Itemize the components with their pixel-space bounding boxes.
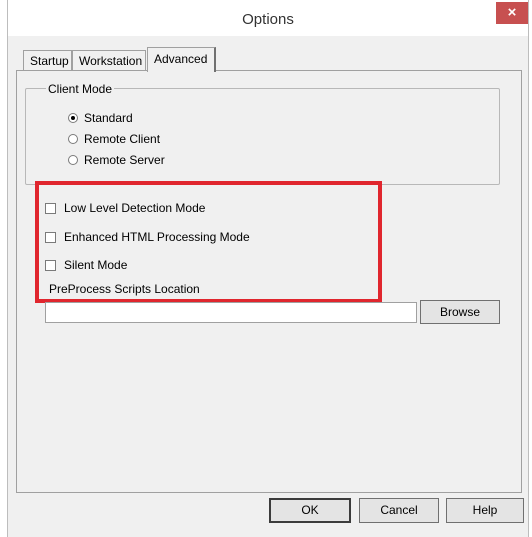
radio-button[interactable] (68, 155, 78, 165)
radio-label: Standard (84, 111, 133, 125)
tab-workstation[interactable]: Workstation (72, 50, 146, 70)
radio-label: Remote Server (84, 153, 165, 167)
radio-remote-server[interactable]: Remote Server (68, 153, 165, 167)
highlight-annotation-box (35, 181, 382, 303)
radio-standard[interactable]: Standard (68, 111, 133, 125)
tab-startup[interactable]: Startup (23, 50, 72, 70)
radio-button-selected[interactable] (68, 113, 78, 123)
close-button[interactable]: × (496, 2, 528, 24)
preprocess-path-input[interactable] (45, 302, 417, 323)
client-mode-legend: Client Mode (46, 82, 115, 96)
window-title: Options (242, 11, 294, 28)
help-button[interactable]: Help (446, 498, 524, 523)
radio-remote-client[interactable]: Remote Client (68, 132, 160, 146)
tab-advanced[interactable]: Advanced (147, 47, 216, 72)
title-bar: Options × (8, 0, 528, 36)
radio-button[interactable] (68, 134, 78, 144)
radio-label: Remote Client (84, 132, 161, 146)
browse-button[interactable]: Browse (420, 300, 500, 324)
close-icon: × (507, 4, 517, 21)
ok-button[interactable]: OK (269, 498, 351, 523)
cancel-button[interactable]: Cancel (359, 498, 439, 523)
